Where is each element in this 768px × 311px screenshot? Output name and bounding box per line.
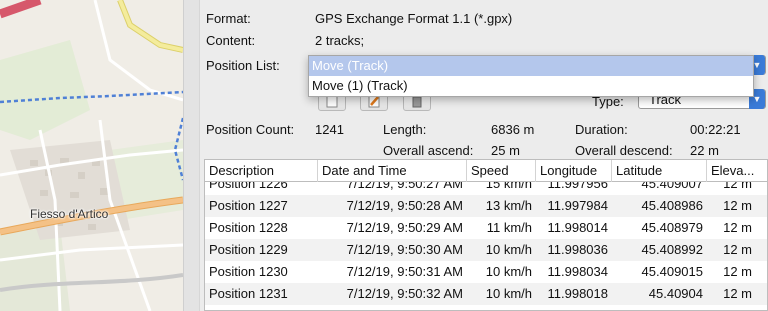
map-tiles: [0, 0, 183, 311]
content-label: Content:: [206, 33, 256, 48]
cell-latitude: 45.408986: [641, 198, 703, 213]
duration-value: 00:22:21: [690, 122, 741, 137]
cell-speed: 10 km/h: [485, 264, 532, 279]
cell-description: Position 1228: [209, 220, 288, 235]
cell-speed: 10 km/h: [485, 286, 532, 301]
cell-date-time: 7/12/19, 9:50:30 AM: [346, 242, 463, 257]
position-count-value: 1241: [315, 122, 344, 137]
column-header-description[interactable]: Description: [205, 160, 318, 182]
cell-latitude: 45.408992: [641, 242, 703, 257]
cell-longitude: 11.998036: [547, 242, 609, 257]
overall-descend-value: 22 m: [690, 143, 719, 158]
length-label: Length:: [383, 122, 427, 137]
column-header-date-time[interactable]: Date and Time: [318, 160, 467, 182]
split-pane-divider[interactable]: [183, 0, 200, 311]
column-header-latitude[interactable]: Latitude: [612, 160, 707, 182]
cell-description: Position 1231: [209, 286, 288, 301]
cell-elevation: 12 m: [723, 198, 752, 213]
positions-table[interactable]: Position 1226 7/12/19, 9:50:27 AM 15 km/h 1…: [204, 159, 768, 311]
position-count-label: Position Count:: [206, 122, 295, 137]
table-row[interactable]: Position 1227 7/12/19, 9:50:28 AM 13 km/h 1…: [205, 195, 767, 217]
cell-latitude: 45.40904: [648, 286, 703, 301]
table-row[interactable]: Position 1231 7/12/19, 9:50:32 AM 10 km/h 1…: [205, 283, 767, 305]
column-header-elevation[interactable]: Eleva...: [707, 160, 767, 182]
format-label: Format:: [206, 11, 251, 26]
cell-latitude: 45.409015: [641, 264, 703, 279]
map-place-label: Fiesso d'Artico: [30, 207, 109, 221]
cell-description: Position 1227: [209, 198, 288, 213]
cell-speed: 10 km/h: [485, 242, 532, 257]
overall-descend-label: Overall descend:: [575, 143, 673, 158]
cell-longitude: 11.998014: [547, 220, 609, 235]
table-row[interactable]: Position 1230 7/12/19, 9:50:31 AM 10 km/h 1…: [205, 261, 767, 283]
position-list-option-move-1-track[interactable]: Move (1) (Track): [309, 76, 753, 96]
cell-longitude: 11.998034: [547, 264, 609, 279]
column-header-longitude[interactable]: Longitude: [536, 160, 612, 182]
cell-date-time: 7/12/19, 9:50:28 AM: [346, 198, 463, 213]
cell-elevation: 12 m: [723, 242, 752, 257]
cell-description: Position 1230: [209, 264, 288, 279]
cell-date-time: 7/12/19, 9:50:31 AM: [346, 264, 463, 279]
cell-speed: 13 km/h: [485, 198, 532, 213]
overall-ascend-value: 25 m: [491, 143, 520, 158]
cell-elevation: 12 m: [723, 220, 752, 235]
table-row[interactable]: Position 1228 7/12/19, 9:50:29 AM 11 km/h 1…: [205, 217, 767, 239]
cell-elevation: 12 m: [723, 286, 752, 301]
cell-elevation: 12 m: [723, 264, 752, 279]
format-value: GPS Exchange Format 1.1 (*.gpx): [315, 11, 513, 26]
length-value: 6836 m: [491, 122, 535, 137]
positions-table-body: Position 1226 7/12/19, 9:50:27 AM 15 km/h 1…: [205, 173, 767, 305]
cell-date-time: 7/12/19, 9:50:29 AM: [346, 220, 463, 235]
column-header-speed[interactable]: Speed: [467, 160, 536, 182]
cell-latitude: 45.408979: [641, 220, 703, 235]
position-list-popup[interactable]: Move (Track) Move (1) (Track): [308, 55, 754, 97]
duration-label: Duration:: [575, 122, 628, 137]
cell-description: Position 1229: [209, 242, 288, 257]
positions-table-header: Description Date and Time Speed Longitud…: [205, 160, 767, 182]
overall-ascend-label: Overall ascend:: [383, 143, 474, 158]
cell-date-time: 7/12/19, 9:50:32 AM: [346, 286, 463, 301]
cell-speed: 11 km/h: [486, 220, 532, 235]
cell-longitude: 11.998018: [547, 286, 609, 301]
table-row[interactable]: Position 1229 7/12/19, 9:50:30 AM 10 km/h 1…: [205, 239, 767, 261]
cell-longitude: 11.997984: [547, 198, 609, 213]
position-list-option-move-track[interactable]: Move (Track): [309, 56, 753, 76]
content-value: 2 tracks;: [315, 33, 365, 48]
position-list-label: Position List:: [206, 58, 280, 73]
map-view[interactable]: Fiesso d'Artico: [0, 0, 183, 311]
